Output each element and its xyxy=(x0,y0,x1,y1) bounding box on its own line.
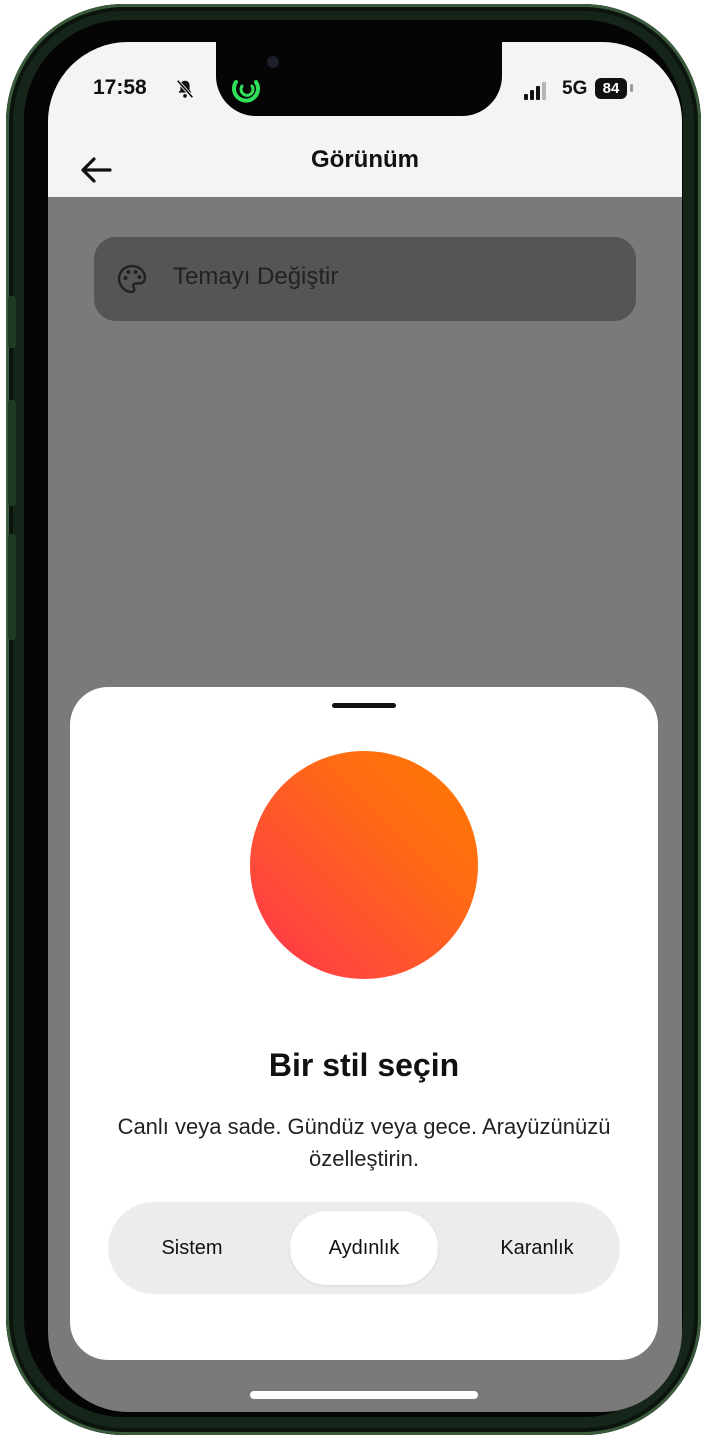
change-theme-label: Temayı Değiştir xyxy=(173,263,339,290)
page-title: Görünüm xyxy=(311,146,419,173)
palette-icon xyxy=(117,264,147,294)
home-indicator[interactable] xyxy=(250,1391,478,1399)
battery-icon: 84 xyxy=(595,78,627,99)
dynamic-island xyxy=(216,42,502,116)
network-type: 5G xyxy=(562,78,588,99)
status-time: 17:58 xyxy=(93,76,147,99)
call-ring-icon xyxy=(232,80,260,103)
screen: 17:58 5G 84 Görünüm Temayı Değiştir Bir … xyxy=(48,42,682,1412)
volume-up-button xyxy=(8,400,16,506)
sheet-description: Canlı veya sade. Gündüz veya gece. Arayü… xyxy=(117,1114,611,1171)
style-picker-sheet: Bir stil seçin Canlı veya sade. Gündüz v… xyxy=(70,687,658,1360)
bell-slash-icon xyxy=(176,79,194,99)
volume-down-button xyxy=(8,534,16,640)
sheet-grabber[interactable] xyxy=(332,703,396,708)
option-system[interactable]: Sistem xyxy=(114,1211,270,1285)
mute-switch xyxy=(8,296,16,348)
battery-tip xyxy=(630,84,633,92)
sheet-title: Bir stil seçin xyxy=(268,1047,460,1083)
theme-preview-orb xyxy=(250,751,478,979)
option-dark[interactable]: Karanlık xyxy=(460,1211,614,1285)
change-theme-row[interactable]: Temayı Değiştir xyxy=(94,237,636,321)
front-camera xyxy=(267,56,279,68)
appearance-segmented-control: Sistem Aydınlık Karanlık xyxy=(108,1202,620,1294)
option-light[interactable]: Aydınlık xyxy=(290,1211,438,1285)
battery-level: 84 xyxy=(602,80,620,97)
signal-bars-icon xyxy=(524,82,546,100)
